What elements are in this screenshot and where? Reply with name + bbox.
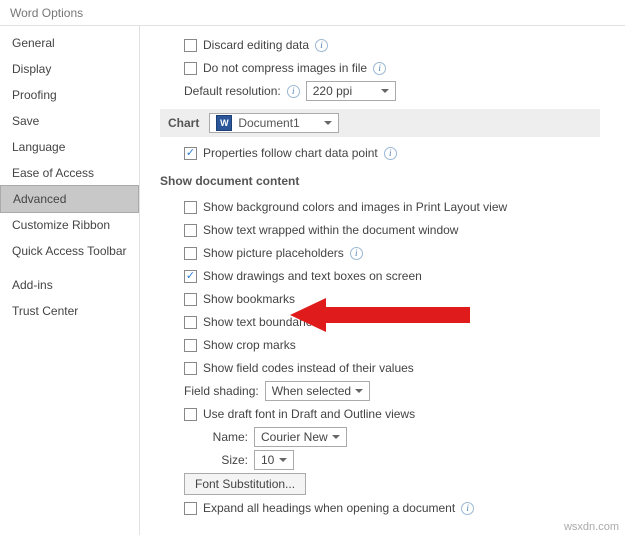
- sidebar-item-add-ins[interactable]: Add-ins: [0, 272, 139, 298]
- show-drawings-label: Show drawings and text boxes on screen: [203, 269, 422, 283]
- info-icon[interactable]: [287, 85, 300, 98]
- expand-headings-label: Expand all headings when opening a docum…: [203, 501, 455, 515]
- font-size-select[interactable]: 10: [254, 450, 294, 470]
- discard-editing-data-checkbox[interactable]: [184, 39, 197, 52]
- sidebar-item-language[interactable]: Language: [0, 134, 139, 160]
- show-placeholders-checkbox[interactable]: [184, 247, 197, 260]
- properties-follow-label: Properties follow chart data point: [203, 146, 378, 160]
- info-icon[interactable]: [350, 247, 363, 260]
- sidebar-item-trust-center[interactable]: Trust Center: [0, 298, 139, 324]
- discard-editing-data-label: Discard editing data: [203, 38, 309, 52]
- field-shading-select[interactable]: When selected: [265, 381, 370, 401]
- chart-section-header: Chart W Document1: [160, 109, 600, 137]
- chart-document-select[interactable]: W Document1: [209, 113, 339, 133]
- sidebar-item-proofing[interactable]: Proofing: [0, 82, 139, 108]
- font-substitution-button[interactable]: Font Substitution...: [184, 473, 306, 495]
- font-name-select[interactable]: Courier New: [254, 427, 347, 447]
- show-crop-label: Show crop marks: [203, 338, 296, 352]
- show-fieldcodes-checkbox[interactable]: [184, 362, 197, 375]
- info-icon[interactable]: [461, 502, 474, 515]
- show-wrap-label: Show text wrapped within the document wi…: [203, 223, 458, 237]
- expand-headings-checkbox[interactable]: [184, 502, 197, 515]
- show-bookmarks-label: Show bookmarks: [203, 292, 295, 306]
- sidebar-item-advanced[interactable]: Advanced: [0, 185, 139, 213]
- sidebar-item-customize-ribbon[interactable]: Customize Ribbon: [0, 212, 139, 238]
- word-doc-icon: W: [216, 115, 232, 131]
- sidebar-item-general[interactable]: General: [0, 30, 139, 56]
- info-icon[interactable]: [373, 62, 386, 75]
- field-shading-label: Field shading:: [184, 384, 259, 398]
- default-resolution-select[interactable]: 220 ppi: [306, 81, 396, 101]
- window-title: Word Options: [0, 0, 625, 25]
- do-not-compress-label: Do not compress images in file: [203, 61, 367, 75]
- font-size-label: Size:: [208, 453, 248, 467]
- show-bounds-label: Show text boundaries: [203, 315, 318, 329]
- draft-font-label: Use draft font in Draft and Outline view…: [203, 407, 415, 421]
- show-bookmarks-checkbox[interactable]: [184, 293, 197, 306]
- info-icon[interactable]: [384, 147, 397, 160]
- main-panel: Discard editing data Do not compress ima…: [140, 26, 625, 535]
- show-document-content-title: Show document content: [160, 166, 625, 194]
- show-crop-checkbox[interactable]: [184, 339, 197, 352]
- show-drawings-checkbox[interactable]: [184, 270, 197, 283]
- show-bg-label: Show background colors and images in Pri…: [203, 200, 507, 214]
- watermark: wsxdn.com: [564, 521, 619, 533]
- sidebar-item-ease-of-access[interactable]: Ease of Access: [0, 160, 139, 186]
- sidebar-item-save[interactable]: Save: [0, 108, 139, 134]
- show-fieldcodes-label: Show field codes instead of their values: [203, 361, 414, 375]
- sidebar-item-quick-access-toolbar[interactable]: Quick Access Toolbar: [0, 238, 139, 264]
- font-name-label: Name:: [208, 430, 248, 444]
- sidebar: General Display Proofing Save Language E…: [0, 26, 140, 535]
- sidebar-item-display[interactable]: Display: [0, 56, 139, 82]
- draft-font-checkbox[interactable]: [184, 408, 197, 421]
- show-bounds-checkbox[interactable]: [184, 316, 197, 329]
- default-resolution-label: Default resolution:: [184, 84, 281, 98]
- properties-follow-checkbox[interactable]: [184, 147, 197, 160]
- do-not-compress-checkbox[interactable]: [184, 62, 197, 75]
- chart-section-title: Chart: [168, 116, 199, 130]
- info-icon[interactable]: [315, 39, 328, 52]
- show-placeholders-label: Show picture placeholders: [203, 246, 344, 260]
- show-wrap-checkbox[interactable]: [184, 224, 197, 237]
- show-bg-checkbox[interactable]: [184, 201, 197, 214]
